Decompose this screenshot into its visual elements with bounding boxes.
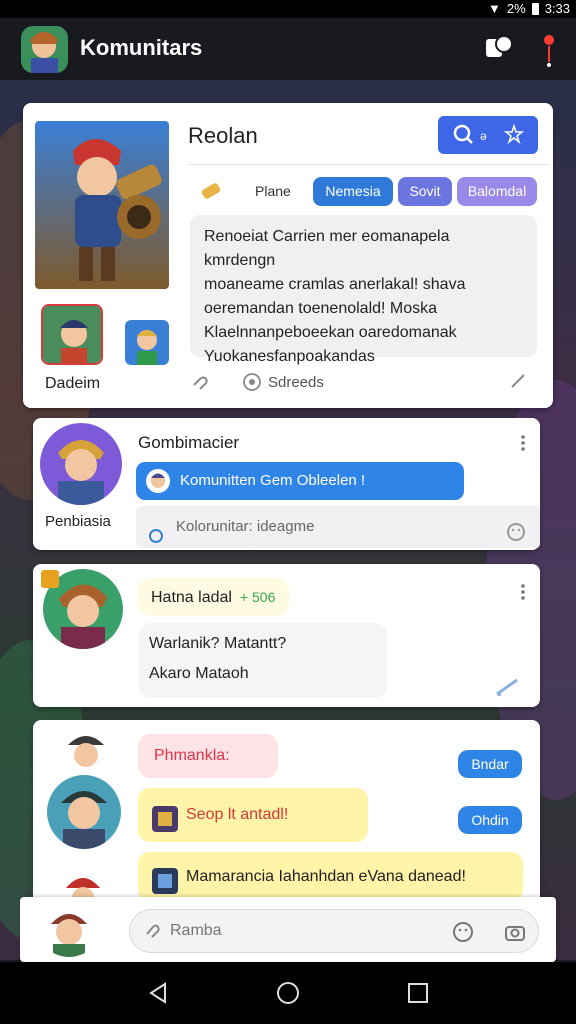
community-pill[interactable]: Komunitten Gem Obleelen ! [136,462,464,500]
community-avatar-icon [146,469,170,493]
avatar[interactable] [40,423,122,505]
chip-balomdal[interactable]: Balomdal [457,177,537,206]
system-nav-bar [0,962,576,1024]
emoji-icon[interactable] [506,517,526,541]
ticket-icon [198,178,224,204]
more-options-icon[interactable] [518,433,528,453]
chat-icon[interactable] [484,33,514,63]
svg-text:ə: ə [480,129,487,143]
link-icon[interactable] [190,373,210,393]
search-button[interactable]: ə [438,116,538,154]
chat-bubble: Phmankla: [138,734,278,778]
user-name: Dadeim [45,375,101,392]
divider [188,164,550,165]
card-title: Reolan [188,123,258,148]
user-name: Penbiasia [45,513,111,530]
chat-bubble: Mamarancia Iahanhdan eVana danead! [138,852,523,902]
filter-label: Plane [255,183,291,199]
app-title: Komunitars [80,35,203,60]
status-bar: ▼ 2% 3:33 [0,0,576,18]
avatar[interactable] [60,725,112,777]
message-input[interactable] [129,909,539,953]
edit-icon[interactable] [510,373,526,389]
score-bubble: Hatna ladal + 506 [137,578,290,616]
game-icon [152,865,178,894]
back-icon[interactable] [145,980,171,1006]
wifi-icon: ▼ [488,1,501,16]
reply-tag-button[interactable]: Bndar [458,750,522,778]
post-author: Gombimacier [138,433,240,452]
views-count: Sdreeds [268,374,324,391]
featured-post-card: Reolan ə Plane Nemesia Sovit Balomdal Re… [23,103,553,408]
views-icon [242,372,262,392]
post-message: Renoeiat Carrien mer eomanapela kmrdengn… [190,215,537,365]
app-logo[interactable] [21,26,68,73]
attach-icon[interactable] [144,922,162,940]
more-options-icon[interactable] [518,582,528,602]
message-composer [20,897,556,962]
hero-character-image [35,121,169,289]
camera-icon[interactable] [504,921,526,943]
chat-bubble: Warlanik? Matantt? Akaro Mataoh [139,623,387,698]
notification-icon[interactable] [540,28,558,70]
clock: 3:33 [544,1,570,16]
rank-badge-icon [41,570,59,588]
avatar[interactable] [47,775,121,849]
game-icon [152,801,178,832]
game-thumbnail-small[interactable] [125,320,169,365]
game-thumbnail[interactable] [41,304,103,365]
reply-icon [148,519,164,543]
recents-icon[interactable] [405,980,431,1006]
post-card: Penbiasia Gombimacier Komunitten Gem Obl… [33,418,540,550]
battery-percent: 2% [506,1,526,16]
reply-tag-button[interactable]: Ohdin [458,806,522,834]
home-icon[interactable] [275,980,301,1006]
score-value: + 506 [239,589,276,605]
my-avatar[interactable] [39,902,99,957]
reply-field[interactable]: Kolorunitar: ideagme [136,506,540,548]
chip-sovit[interactable]: Sovit [398,177,452,206]
battery-icon [531,2,539,15]
chip-nemesia[interactable]: Nemesia [313,177,393,206]
post-card: Hatna ladal + 506 Warlanik? Matantt? Akar… [33,564,540,707]
emoji-icon[interactable] [452,921,474,943]
chat-bubble: Seop lt antadl! [138,788,368,842]
chat-thread-card: Phmankla: Seop lt antadl! Mamarancia Iah… [33,720,540,916]
app-bar: Komunitars [0,18,576,80]
send-icon[interactable] [495,676,523,698]
